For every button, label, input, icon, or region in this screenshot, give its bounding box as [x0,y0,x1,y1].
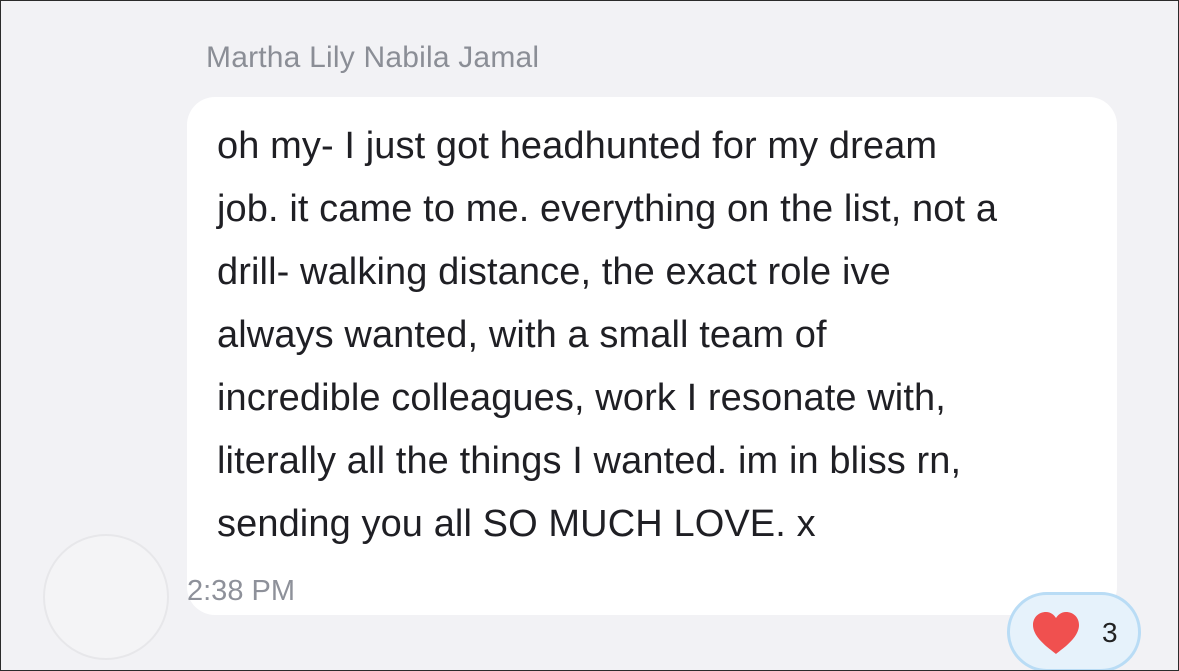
message-bubble[interactable]: oh my- I just got headhunted for my drea… [187,97,1117,615]
heart-reaction-button[interactable]: 3 [1007,592,1141,670]
sender-name[interactable]: Martha Lily Nabila Jamal [206,41,539,75]
reaction-count: 3 [1102,617,1118,648]
chat-screen: Martha Lily Nabila Jamal oh my- I just g… [0,0,1179,671]
avatar[interactable] [43,534,169,660]
message-text: oh my- I just got headhunted for my drea… [217,125,998,545]
message-timestamp: 2:38 PM [187,575,295,607]
heart-icon [1033,612,1079,654]
